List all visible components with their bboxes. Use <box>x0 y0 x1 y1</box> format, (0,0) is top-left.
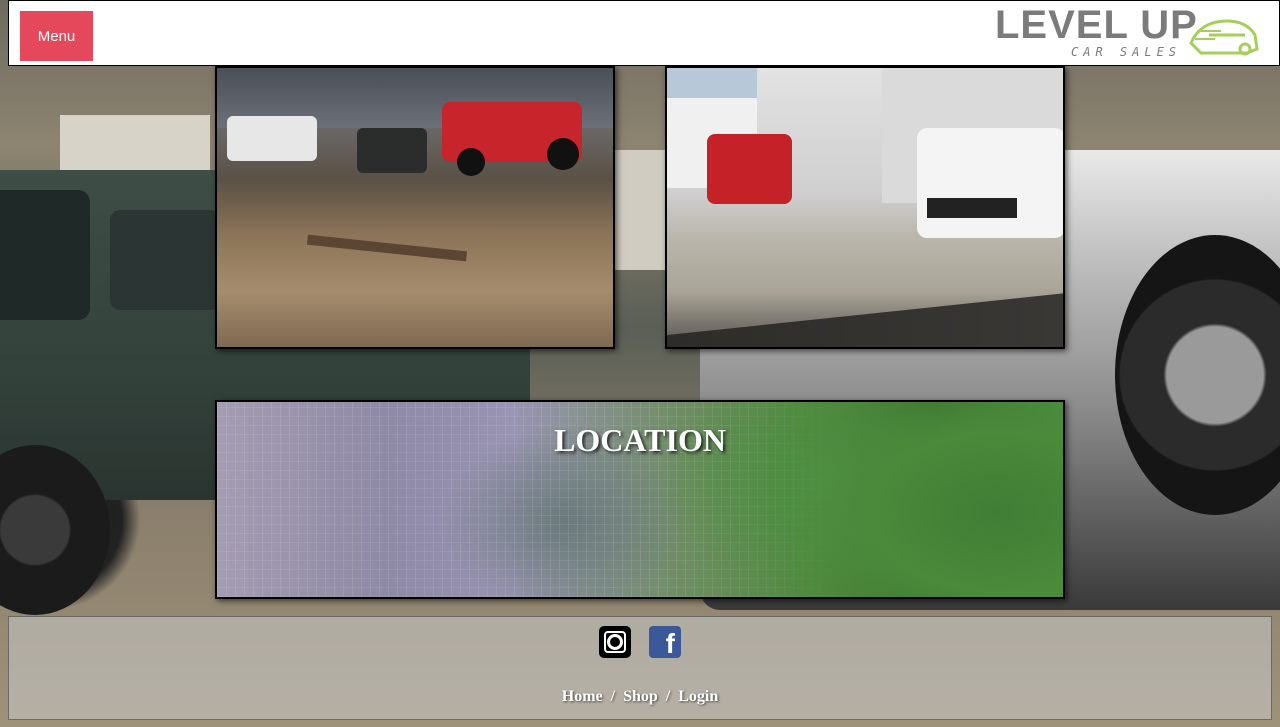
background-fence <box>615 150 670 270</box>
logo-title: LEVEL UP <box>995 3 1198 47</box>
background-fence <box>60 115 210 175</box>
car-logo-icon <box>1189 19 1259 56</box>
location-map-link[interactable]: LOCATION <box>215 400 1065 599</box>
footer-link-home[interactable]: Home <box>562 688 603 705</box>
gallery-photo-jeeps-lot <box>215 66 615 349</box>
footer: f Home / Shop / Login <box>8 616 1272 720</box>
separator: / <box>610 688 616 705</box>
instagram-icon[interactable] <box>599 626 631 658</box>
separator: / <box>665 688 671 705</box>
social-links: f <box>9 626 1271 658</box>
gallery-photo-dealership <box>665 66 1065 349</box>
brand-logo[interactable]: LEVEL UP CAR SALES <box>995 3 1261 61</box>
footer-link-shop[interactable]: Shop <box>623 688 658 705</box>
logo-subtitle: CAR SALES <box>1071 45 1182 59</box>
top-navbar: Menu LEVEL UP CAR SALES <box>8 0 1280 66</box>
footer-link-login[interactable]: Login <box>678 688 718 705</box>
menu-button[interactable]: Menu <box>20 11 93 61</box>
facebook-icon[interactable]: f <box>649 626 681 658</box>
footer-nav: Home / Shop / Login <box>9 688 1271 706</box>
location-title: LOCATION <box>554 422 726 458</box>
